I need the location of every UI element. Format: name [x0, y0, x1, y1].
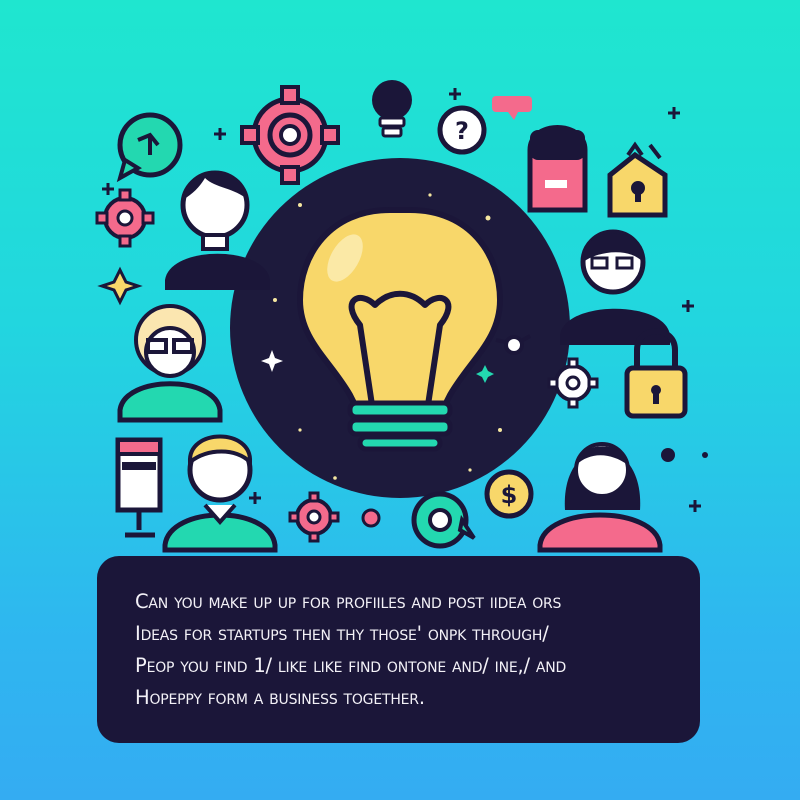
dot-icon	[702, 452, 708, 458]
dollar-symbol: $	[501, 481, 518, 509]
question-bubble-icon: ?	[437, 105, 487, 155]
caption-line: Can you make up up for profiiles and pos…	[135, 590, 562, 613]
gear-icon	[95, 188, 155, 248]
caption-line: peop you find 1/ like like find ontone a…	[135, 654, 567, 677]
chat-bubble-icon	[116, 112, 183, 183]
avatar	[537, 442, 663, 553]
illustration: ? $	[95, 80, 708, 553]
caption-box: Can you make up up for profiiles and pos…	[97, 556, 700, 743]
chat-bubble-icon	[411, 491, 476, 549]
avatar	[162, 434, 278, 553]
gear-icon	[240, 85, 340, 185]
dot-icon	[661, 448, 675, 462]
dot-icon	[361, 508, 381, 528]
sparkle-icon	[97, 266, 143, 306]
caption-line: ideas for startups Then thy those' onpk …	[135, 622, 549, 645]
avatar	[117, 304, 223, 423]
dollar-coin-icon: $	[484, 469, 534, 519]
card-icon	[527, 125, 588, 213]
tag-lock-icon	[607, 141, 668, 218]
message-icon	[492, 96, 532, 120]
small-lightbulb-icon	[372, 80, 412, 138]
gear-icon	[288, 491, 340, 543]
poster: ? $ Can you make up up for profiiles and…	[0, 0, 800, 800]
avatar	[560, 229, 670, 345]
cup-icon	[115, 437, 163, 538]
caption-line: Hopeppy form a business together.	[135, 686, 425, 709]
svg-text:?: ?	[455, 117, 469, 145]
avatar	[165, 170, 270, 290]
